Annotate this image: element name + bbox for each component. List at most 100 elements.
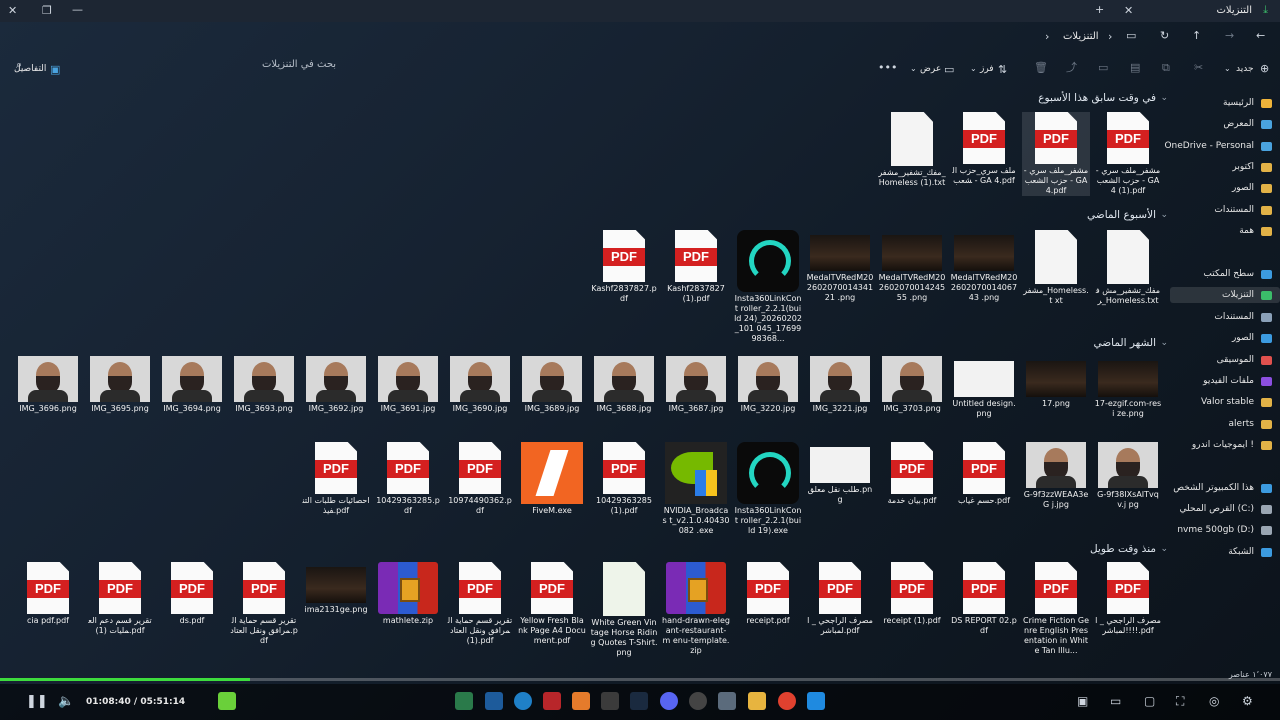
file-item[interactable]: IMG_3689.jpg — [518, 356, 586, 414]
video-progress-bar[interactable] — [0, 678, 1280, 681]
sort-button[interactable]: ⌄ فرز ⇅ — [970, 62, 1014, 78]
nav-item[interactable]: الصور — [1170, 180, 1280, 196]
up-arrow-icon[interactable]: ↑ — [1192, 30, 1201, 41]
chevron-down-icon[interactable]: ⌄ — [1160, 338, 1168, 348]
theater-icon[interactable]: ▭ — [1110, 695, 1121, 707]
file-item[interactable]: PDF Crime Fiction Genre English Presentat… — [1022, 562, 1090, 656]
nav-item[interactable]: الموسيقى — [1170, 352, 1280, 368]
nav-item[interactable]: سطح المكتب — [1170, 266, 1280, 282]
chevron-right-icon[interactable]: › — [1045, 31, 1049, 42]
file-item[interactable]: G-9f38IXsAITvqv.j pg — [1094, 442, 1162, 510]
nav-item[interactable]: التنزيلات — [1170, 287, 1280, 303]
file-item[interactable]: مفك_تشفير_مش فر_Homeless.txt — [1094, 230, 1162, 306]
nav-item[interactable]: المستندات — [1170, 202, 1280, 218]
file-item[interactable]: MedalTVRedM20 260207001406743 .png — [950, 230, 1018, 303]
group-header[interactable]: منذ وقت طويل — [1090, 543, 1156, 555]
nav-item[interactable]: الرئيسية — [1170, 95, 1280, 111]
nav-item[interactable]: المعرض — [1170, 116, 1280, 132]
file-item[interactable]: ima2131ge.png — [302, 562, 370, 615]
file-item[interactable]: PDF تقرير قسم حماية المرافق ونقل العتاد (… — [446, 562, 514, 646]
file-item[interactable]: PDF Yellow Fresh Blank Page A4 Document.p… — [518, 562, 586, 646]
file-item[interactable]: mathlete.zip — [374, 562, 442, 626]
file-item[interactable]: Untitled design.png — [950, 356, 1018, 419]
file-item[interactable]: IMG_3703.png — [878, 356, 946, 414]
steam-icon[interactable] — [630, 692, 648, 710]
file-item[interactable]: IMG_3695.png — [86, 356, 154, 414]
adobe-icon[interactable] — [543, 692, 561, 710]
file-item[interactable]: Insta360LinkCont roller_2.2.1(build 24)_… — [734, 230, 802, 344]
volume-icon[interactable]: 🔈 — [58, 695, 74, 708]
file-item[interactable]: IMG_3696.png — [14, 356, 82, 414]
file-item[interactable]: PDF تقرير قسم دعم العمليات (1).pdf — [86, 562, 154, 636]
nav-item[interactable]: اكتوبر — [1170, 159, 1280, 175]
file-item[interactable]: IMG_3694.png — [158, 356, 226, 414]
file-item[interactable]: PDF 10974490362.pdf — [446, 442, 514, 516]
file-item[interactable]: 17-ezgif.com-resi ze.png — [1094, 356, 1162, 419]
copy-icon[interactable]: ⧉ — [1162, 62, 1170, 73]
fivem-taskbar-icon[interactable] — [572, 692, 590, 710]
file-item[interactable]: NVIDIA_Broadcas t_v2.1.0.40430082 .exe — [662, 442, 730, 536]
file-item[interactable]: PDF مصرف الراجحي _ المباشر.pdf — [806, 562, 874, 636]
speed-icon[interactable]: ◎ — [1209, 695, 1219, 707]
file-item[interactable]: PDF احصائيات طلبات التنفيذ.pdf — [302, 442, 370, 516]
file-item[interactable]: PDF ملف سري_حزب الشعب - GA 4.pdf — [950, 112, 1018, 186]
group-header[interactable]: الأسبوع الماضي — [1087, 209, 1156, 221]
file-item[interactable]: PDF receipt.pdf — [734, 562, 802, 626]
file-item[interactable]: مفك_تشفير_مشفر_Homeless (1).txt — [878, 112, 946, 188]
nav-item[interactable]: المستندات — [1170, 309, 1280, 325]
store-icon[interactable] — [485, 692, 503, 710]
nav-item[interactable]: الصور — [1170, 330, 1280, 346]
excel-icon[interactable] — [455, 692, 473, 710]
file-item[interactable]: PDF receipt (1).pdf — [878, 562, 946, 626]
file-item[interactable]: IMG_3687.jpg — [662, 356, 730, 414]
file-item[interactable]: IMG_3690.jpg — [446, 356, 514, 414]
file-item[interactable]: PDF DS REPORT 02.pdf — [950, 562, 1018, 636]
file-item[interactable]: PDF ds.pdf — [158, 562, 226, 626]
chevron-down-icon[interactable]: ⌄ — [1160, 544, 1168, 554]
nav-item[interactable]: nvme 500gb (D:) — [1170, 522, 1280, 538]
file-item[interactable]: MedalTVRedM20 260207001434121 .png — [806, 230, 874, 303]
new-button[interactable]: ⌄ جديد ⊕ — [1224, 62, 1276, 78]
minimize-icon[interactable]: — — [72, 4, 83, 15]
miniplayer-icon[interactable]: ▣ — [1077, 695, 1088, 707]
cast-icon[interactable]: ▢ — [1144, 695, 1155, 707]
windows-icon[interactable] — [807, 692, 825, 710]
file-item[interactable]: PDF Kashf2837827.pdf — [590, 230, 658, 304]
file-item[interactable]: IMG_3221.jpg — [806, 356, 874, 414]
file-item[interactable]: PDF 10429363285.pdf — [374, 442, 442, 516]
cut-icon[interactable]: ✂ — [1194, 62, 1203, 73]
nav-item[interactable]: ايموجيات اندرو ! — [1170, 437, 1280, 453]
nav-item[interactable]: هذا الكمبيوتر الشخص — [1170, 480, 1280, 496]
calculator-icon[interactable] — [718, 692, 736, 710]
more-options-icon[interactable]: ••• — [878, 62, 897, 73]
nav-item[interactable]: همة — [1170, 223, 1280, 239]
nav-item[interactable]: القرص المحلي (C:) — [1170, 501, 1280, 517]
monitor-icon[interactable]: ▭ — [1126, 30, 1136, 41]
file-item[interactable]: MedalTVRedM20 260207001424555 .png — [878, 230, 946, 303]
file-item[interactable]: PDF مصرف الراجحي _ المباشر!!!!.pdf — [1094, 562, 1162, 636]
fullscreen-icon[interactable]: ⛶ — [1176, 695, 1184, 707]
camera-icon[interactable] — [601, 692, 619, 710]
nav-item[interactable]: Valor stable — [1170, 394, 1280, 410]
delete-icon[interactable]: 🗑 — [1034, 62, 1048, 73]
file-item[interactable]: PDF بيان خدمة.pdf — [878, 442, 946, 506]
file-item[interactable]: PDF cia pdf.pdf — [14, 562, 82, 626]
file-item[interactable]: IMG_3688.jpg — [590, 356, 658, 414]
chrome-icon[interactable] — [778, 692, 796, 710]
file-item[interactable]: PDF Kashf2837827 (1).pdf — [662, 230, 730, 304]
new-tab-icon[interactable]: + — [1095, 4, 1104, 15]
paste-icon[interactable]: ▤ — [1130, 62, 1140, 73]
close-tab-icon[interactable]: ✕ — [1124, 5, 1133, 16]
forward-arrow-icon[interactable]: → — [1225, 30, 1234, 41]
file-item[interactable]: 17.png — [1022, 356, 1090, 409]
chevron-down-icon[interactable]: ⌄ — [1160, 93, 1168, 103]
view-button[interactable]: ⌄ عرض ▭ — [910, 62, 958, 78]
breadcrumb[interactable]: التنزيلات — [1063, 31, 1099, 42]
file-item[interactable]: FiveM.exe — [518, 442, 586, 516]
file-item[interactable]: طلب نقل معلق.png — [806, 442, 874, 505]
nav-item[interactable]: الشبكة — [1170, 544, 1280, 560]
file-item[interactable]: hand-drawn-eleg ant-restaurant-m enu-tem… — [662, 562, 730, 656]
rename-icon[interactable]: ▭ — [1098, 62, 1108, 73]
file-item[interactable]: White Green Vintage Horse Riding Quotes … — [590, 562, 658, 658]
file-item[interactable]: PDF حسم غياب.pdf — [950, 442, 1018, 506]
